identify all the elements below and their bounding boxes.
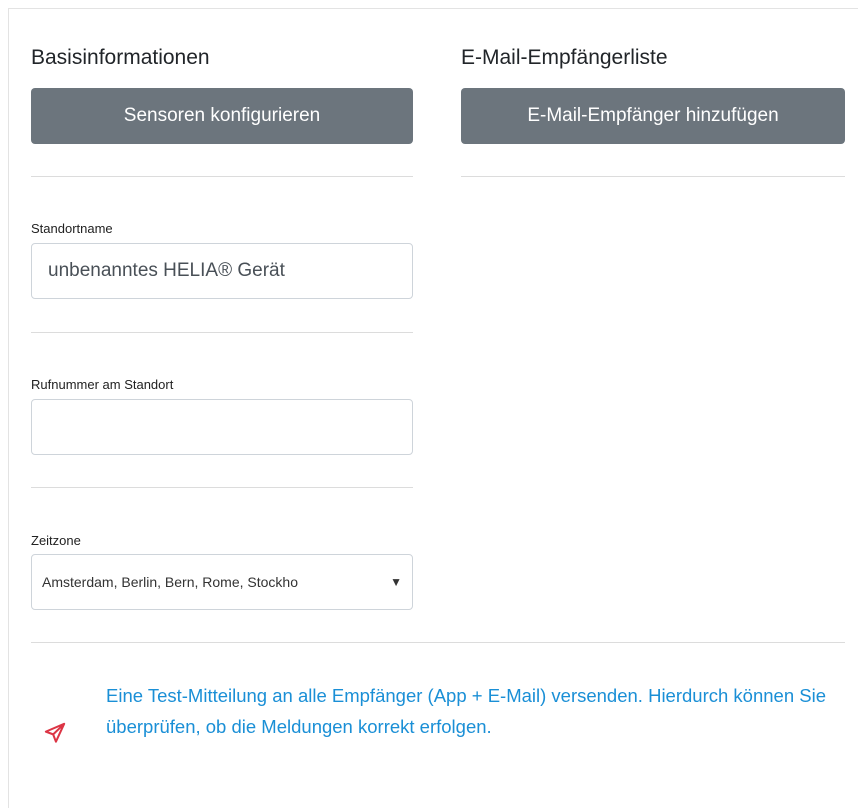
divider: [31, 487, 413, 488]
location-name-label: Standortname: [31, 221, 113, 236]
location-name-input[interactable]: [31, 243, 413, 299]
configure-sensors-button[interactable]: Sensoren konfigurieren: [31, 88, 413, 144]
divider: [461, 176, 845, 177]
email-list-title: E-Mail-Empfängerliste: [461, 46, 668, 69]
test-notification-text: Eine Test-Mitteilung an alle Empfänger (…: [106, 685, 826, 737]
timezone-selected-value: Amsterdam, Berlin, Bern, Rome, Stockho: [42, 574, 298, 590]
paper-plane-icon: [44, 722, 66, 743]
caret-down-icon: ▼: [390, 575, 402, 589]
divider: [31, 176, 413, 177]
timezone-label: Zeitzone: [31, 533, 81, 548]
basic-info-title: Basisinformationen: [31, 46, 210, 69]
add-email-recipient-button[interactable]: E-Mail-Empfänger hinzufügen: [461, 88, 845, 144]
send-test-notification-link[interactable]: Eine Test-Mitteilung an alle Empfänger (…: [40, 680, 840, 780]
divider: [31, 332, 413, 333]
phone-input[interactable]: [31, 399, 413, 455]
phone-label: Rufnummer am Standort: [31, 377, 174, 392]
divider: [31, 642, 845, 643]
timezone-select[interactable]: Amsterdam, Berlin, Bern, Rome, Stockho ▼: [31, 554, 413, 610]
